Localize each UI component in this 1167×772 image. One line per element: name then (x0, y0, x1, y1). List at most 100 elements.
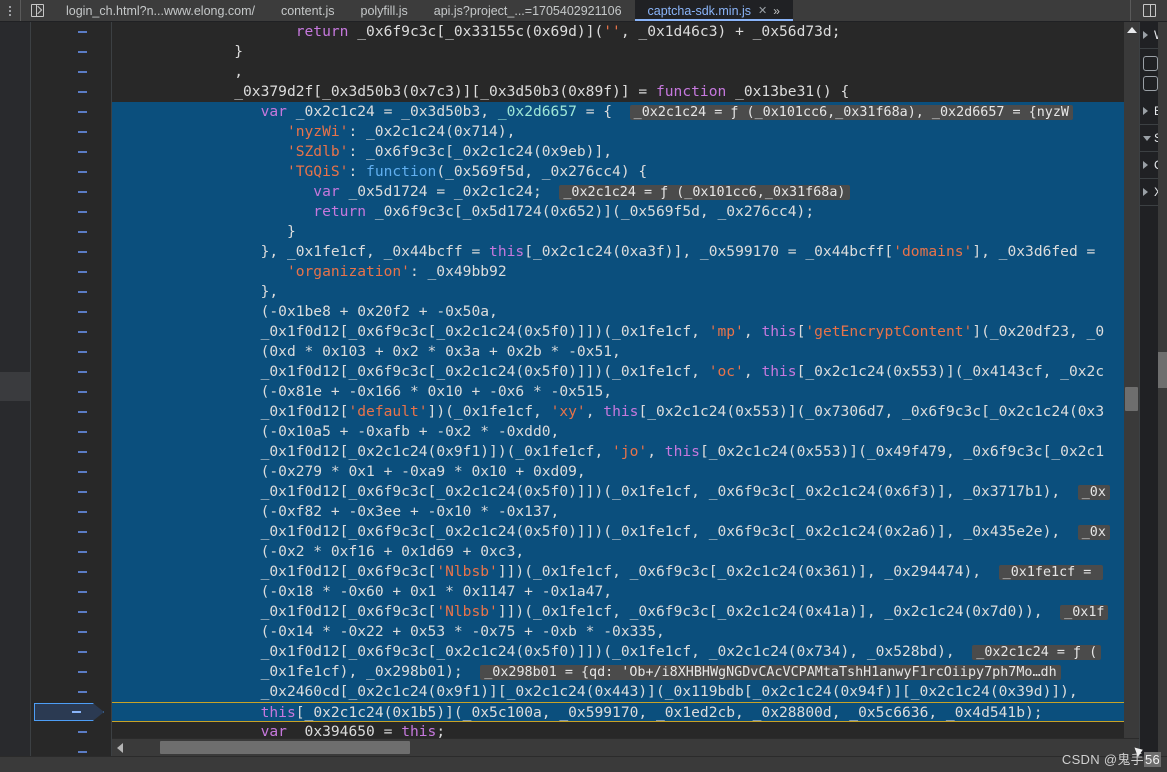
close-icon[interactable]: ✕ (758, 4, 767, 17)
gutter-line[interactable] (31, 302, 111, 322)
gutter-line[interactable] (31, 422, 111, 442)
chevron-right-icon[interactable] (1143, 161, 1148, 169)
gutter-line[interactable] (31, 522, 111, 542)
gutter-line[interactable] (31, 722, 111, 742)
code-line[interactable]: (-0x81e + -0x166 * 0x10 + -0x6 * -0x515, (112, 382, 1139, 402)
gutter-line[interactable] (31, 362, 111, 382)
code-line[interactable]: 'nyzWi': _0x2c1c24(0x714), (112, 122, 1139, 142)
gutter-line[interactable] (31, 662, 111, 682)
code-line[interactable]: _0x2460cd[_0x2c1c24(0x9f1)][_0x2c1c24(0x… (112, 682, 1139, 702)
navigator-item[interactable]: 猴 (0, 489, 30, 518)
gutter-line[interactable] (31, 102, 111, 122)
gutter-line[interactable] (31, 742, 111, 756)
code-line[interactable]: (-0x279 * 0x1 + -0xa9 * 0x10 + 0xd09, (112, 462, 1139, 482)
gutter-line[interactable] (31, 702, 111, 722)
tab-captcha-sdk-min-js[interactable]: captcha-sdk.min.js ✕ » (634, 0, 794, 21)
code-line[interactable]: _0x1f0d12[_0x6f9c3c['Nlbsb']])(_0x1fe1cf… (112, 602, 1139, 622)
code-line[interactable]: var _0x5d1724 = _0x2c1c24; _0x2c1c24 = ƒ… (112, 182, 1139, 202)
debugger-sidebar[interactable]: WatchBreakpointsScopeCall StackXHR/fetch… (1139, 22, 1167, 756)
code-line[interactable]: (-0x14 * -0x22 + 0x53 * -0x75 + -0xb * -… (112, 622, 1139, 642)
code-line[interactable]: } (112, 222, 1139, 242)
step-into-button[interactable] (1143, 76, 1158, 91)
code-line[interactable]: return _0x6f9c3c[_0x33155c(0x69d)]('', _… (112, 22, 1139, 42)
code-line[interactable]: }, (112, 282, 1139, 302)
debugger-scrollbar[interactable] (1158, 22, 1167, 756)
scroll-up-icon[interactable] (1127, 27, 1137, 33)
chevron-down-icon[interactable] (1143, 136, 1151, 141)
inline-value-popup[interactable]: _0x2c1c24 = ƒ (_0x101cc6,_0x31f68a), _0x… (629, 105, 1073, 120)
tab-content-js[interactable]: content.js (268, 0, 348, 21)
navigator-item[interactable]: re.elo (0, 22, 30, 51)
gutter-line[interactable] (31, 602, 111, 622)
gutter-line[interactable] (31, 242, 111, 262)
navigator-item[interactable]: u.cn (0, 460, 30, 489)
gutter-line[interactable] (31, 382, 111, 402)
navigator-item[interactable]: capt (0, 401, 30, 430)
navigator-item[interactable]: o (0, 285, 30, 314)
gutter-line[interactable] (31, 142, 111, 162)
inline-value-popup[interactable]: _0x (1077, 525, 1110, 540)
horizontal-scroll-thumb[interactable] (160, 741, 410, 754)
gutter-line[interactable] (31, 222, 111, 242)
code-line[interactable]: return _0x6f9c3c[_0x5d1724(0x652)](_0x56… (112, 202, 1139, 222)
navigator-item[interactable]: /auto (0, 314, 30, 343)
code-line[interactable]: _0x1fe1cf), _0x298b01); _0x298b01 = {qd:… (112, 662, 1139, 682)
code-line[interactable]: , (112, 62, 1139, 82)
tab-polyfill-js[interactable]: polyfill.js (348, 0, 421, 21)
code-line[interactable]: (-0x18 * -0x60 + 0x1 * 0x1147 + -0x1a47, (112, 582, 1139, 602)
chevron-right-icon[interactable] (1143, 188, 1148, 196)
editor-horizontal-scrollbar[interactable] (112, 738, 1139, 756)
code-line[interactable]: (0xd * 0x103 + 0x2 * 0x3a + 0x2b * -0x51… (112, 342, 1139, 362)
tab-overflow-icon[interactable]: » (773, 4, 780, 18)
navigator-item[interactable]: login (0, 168, 30, 197)
inline-value-popup[interactable]: _0x1fe1cf = (998, 565, 1104, 580)
navigator-item[interactable]: cha1 (0, 226, 30, 255)
code-line[interactable]: }, _0x1fe1cf, _0x44bcff = this[_0x2c1c24… (112, 242, 1139, 262)
code-line[interactable]: 'SZdlb': _0x6f9c3c[_0x2c1c24(0x9eb)], (112, 142, 1139, 162)
code-line[interactable]: _0x1f0d12[_0x6f9c3c[_0x2c1c24(0x5f0)]])(… (112, 522, 1139, 542)
more-vertical-icon[interactable] (0, 0, 20, 21)
gutter-line[interactable] (31, 202, 111, 222)
code-line[interactable]: _0x1f0d12[_0x6f9c3c['Nlbsb']])(_0x1fe1cf… (112, 562, 1139, 582)
code-line[interactable]: _0x1f0d12[_0x6f9c3c[_0x2c1c24(0x5f0)]])(… (112, 362, 1139, 382)
gutter-line[interactable] (31, 62, 111, 82)
code-line[interactable]: _0x1f0d12[_0x6f9c3c[_0x2c1c24(0x5f0)]])(… (112, 482, 1139, 502)
gutter-line[interactable] (31, 42, 111, 62)
tab-api-js[interactable]: api.js?project_...=1705402921106 (421, 0, 635, 21)
navigator-item[interactable]: qrCo (0, 197, 30, 226)
navigator-item[interactable]: img (0, 372, 30, 402)
code-line[interactable]: (-0x2 * 0xf16 + 0x1d69 + 0xc3, (112, 542, 1139, 562)
code-line[interactable]: (-0x1be8 + 0x20f2 + -0x50a, (112, 302, 1139, 322)
code-line[interactable]: 'organization': _0x49bb92 (112, 262, 1139, 282)
gutter-line[interactable] (31, 542, 111, 562)
code-line[interactable]: (-0xf82 + -0x3ee + -0x10 * -0x137, (112, 502, 1139, 522)
gutter-line[interactable] (31, 82, 111, 102)
debugger-scroll-thumb[interactable] (1158, 352, 1167, 388)
gutter-line[interactable] (31, 22, 111, 42)
navigator-item[interactable]: atic.fe (0, 256, 30, 285)
navigator-item[interactable]: asspo (0, 51, 30, 80)
navigator-item[interactable]: 下载 (0, 518, 30, 547)
inline-value-popup[interactable]: _0x (1077, 485, 1110, 500)
vertical-scroll-thumb[interactable] (1125, 387, 1138, 411)
code-line[interactable]: _0x1f0d12[_0x6f9c3c[_0x2c1c24(0x5f0)]])(… (112, 642, 1139, 662)
gutter-line[interactable] (31, 622, 111, 642)
gutter-line[interactable] (31, 282, 111, 302)
code-line[interactable]: _0x1f0d12[_0x6f9c3c[_0x2c1c24(0x5f0)]])(… (112, 322, 1139, 342)
show-debugger-icon[interactable] (1130, 0, 1167, 21)
navigator-item[interactable]: style (0, 431, 30, 460)
navigator-item[interactable]: client (0, 547, 30, 576)
step-over-button[interactable] (1143, 56, 1158, 71)
gutter-line[interactable] (31, 682, 111, 702)
code-line[interactable]: this[_0x2c1c24(0x1b5)](_0x5c100a, _0x599… (112, 702, 1139, 722)
file-navigator-tree[interactable]: re.eloasspocssimgjsloginqrCocha1atic.feo… (0, 22, 31, 756)
code-line[interactable]: var _0x2c1c24 = _0x3d50b3, _0x2d6657 = {… (112, 102, 1139, 122)
gutter-line[interactable] (31, 322, 111, 342)
scroll-left-icon[interactable] (117, 743, 123, 753)
gutter-line[interactable] (31, 442, 111, 462)
code-editor[interactable]: return _0x6f9c3c[_0x33155c(0x69d)]('', _… (112, 22, 1139, 756)
code-line[interactable]: } (112, 42, 1139, 62)
inline-value-popup[interactable]: _0x2c1c24 = ƒ ( (972, 645, 1102, 660)
inline-value-popup[interactable]: _0x298b01 = {qd: 'Ob+/i8XHBHWgNGDvCAcVCP… (480, 665, 1061, 680)
gutter-line[interactable] (31, 562, 111, 582)
